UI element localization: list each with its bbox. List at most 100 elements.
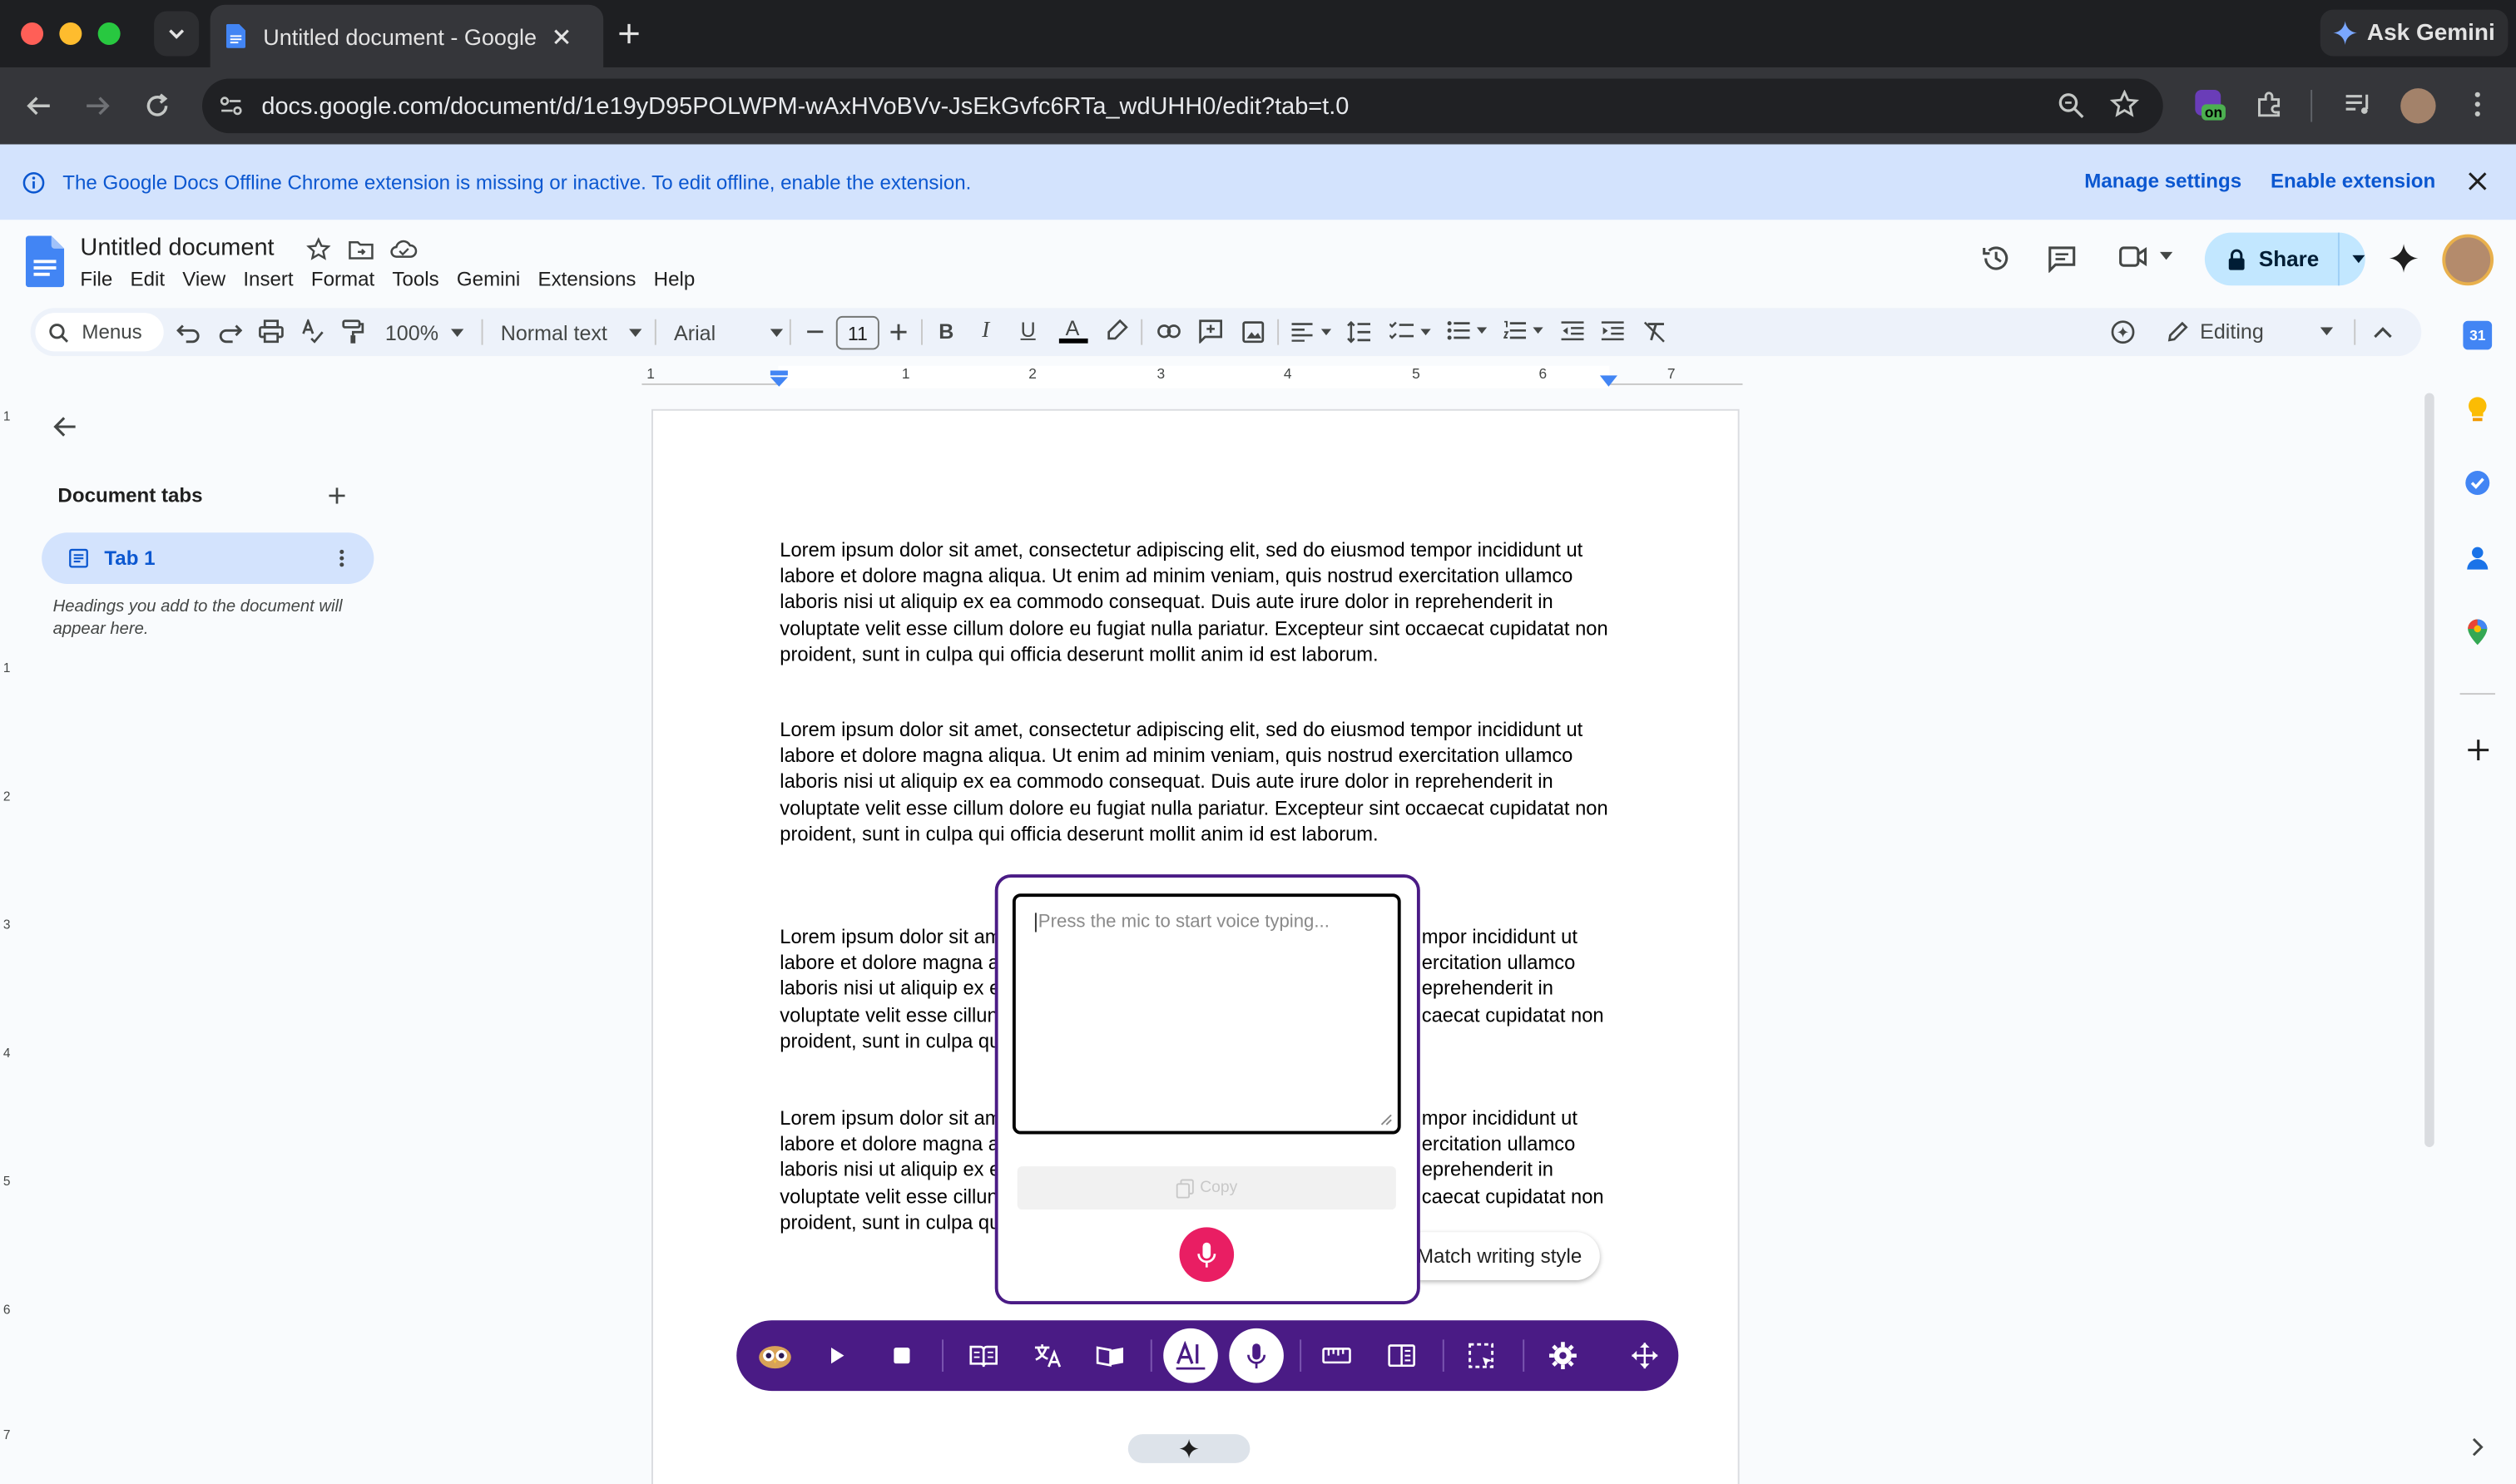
font-family-select[interactable]: Arial [674, 321, 784, 345]
zoom-magnifier-icon[interactable] [2057, 92, 2084, 119]
calendar-icon[interactable]: 31 [2463, 320, 2493, 350]
new-tab-icon[interactable] [617, 21, 642, 47]
tab-more-options-icon[interactable] [339, 549, 345, 568]
play-button[interactable] [809, 1320, 866, 1391]
redo-icon[interactable] [218, 321, 243, 344]
gemini-assist-pill[interactable] [1127, 1434, 1251, 1463]
paragraph-style-select[interactable]: Normal text [501, 321, 643, 345]
extension-on-badge[interactable]: on [2192, 87, 2230, 128]
undo-icon[interactable] [176, 321, 201, 344]
version-history-icon[interactable] [1982, 244, 2011, 273]
simplify-button[interactable] [1372, 1320, 1429, 1391]
forward-arrow-icon[interactable] [83, 92, 112, 121]
increase-font-size-icon[interactable] [890, 324, 907, 340]
menu-insert[interactable]: Insert [243, 268, 303, 290]
maps-pin-icon[interactable] [2463, 618, 2492, 647]
star-document-icon[interactable] [306, 237, 331, 261]
close-infobar-icon[interactable] [2466, 170, 2489, 192]
increase-indent-icon[interactable] [1601, 321, 1624, 342]
keep-bulb-icon[interactable] [2463, 394, 2492, 423]
insert-link-icon[interactable] [1157, 324, 1181, 339]
spellcheck-icon[interactable] [300, 319, 324, 344]
extensions-puzzle-icon[interactable] [2255, 90, 2284, 119]
bulleted-list-select[interactable] [1447, 321, 1488, 340]
highlight-color-icon[interactable] [1106, 319, 1128, 342]
ai-text-button[interactable] [1163, 1328, 1218, 1383]
underline-icon[interactable]: U [1021, 318, 1036, 342]
tab-search-button[interactable] [154, 11, 200, 57]
insert-comment-icon[interactable] [1199, 319, 1223, 344]
menu-gemini[interactable]: Gemini [457, 268, 530, 290]
picture-dictionary-button[interactable] [1082, 1320, 1139, 1391]
menus-search[interactable]: Menus [35, 313, 164, 352]
share-dropdown-icon[interactable] [2352, 254, 2365, 265]
chevron-up-icon[interactable] [2373, 326, 2392, 339]
line-spacing-icon[interactable] [1346, 320, 1371, 344]
more-options-icon[interactable] [2468, 90, 2487, 119]
zoom-select[interactable]: 100% [385, 321, 464, 345]
paint-format-icon[interactable] [342, 319, 364, 345]
editing-mode-select[interactable]: Editing [2167, 319, 2334, 344]
contacts-person-icon[interactable] [2463, 544, 2492, 573]
ask-gemini-button[interactable]: Ask Gemini [2320, 9, 2509, 57]
minimize-window-button[interactable] [59, 22, 82, 46]
menu-edit[interactable]: Edit [131, 268, 175, 290]
profile-avatar[interactable] [2400, 88, 2436, 124]
insert-image-icon[interactable] [1242, 321, 1265, 344]
move-folder-icon[interactable] [349, 239, 374, 260]
gemini-compose-icon[interactable] [2110, 319, 2136, 345]
voice-note-button[interactable] [1229, 1328, 1284, 1383]
menu-file[interactable]: File [80, 268, 121, 290]
document-tab-item[interactable]: Tab 1 [42, 532, 374, 585]
back-arrow-icon[interactable] [24, 92, 53, 121]
meet-button[interactable] [2118, 244, 2173, 270]
checklist-select[interactable] [1389, 321, 1431, 342]
right-indent-marker-icon[interactable] [1599, 375, 1618, 388]
dictionary-button[interactable] [955, 1320, 1013, 1391]
gemini-sparkle-icon[interactable] [2389, 244, 2419, 273]
manage-settings-link[interactable]: Manage settings [2084, 170, 2241, 192]
enable-extension-link[interactable]: Enable extension [2271, 170, 2435, 192]
tasks-check-icon[interactable] [2463, 468, 2492, 497]
decrease-font-size-icon[interactable] [807, 330, 824, 334]
comments-icon[interactable] [2048, 245, 2077, 273]
close-tab-icon[interactable] [552, 27, 571, 46]
site-settings-icon[interactable] [218, 93, 244, 119]
share-button[interactable]: Share [2204, 232, 2365, 286]
screen-ruler-button[interactable] [1308, 1320, 1365, 1391]
stop-button[interactable] [873, 1320, 930, 1391]
font-size-input[interactable]: 11 [835, 315, 879, 350]
move-toolbar-button[interactable] [1616, 1320, 1673, 1391]
account-avatar[interactable] [2442, 234, 2494, 286]
resize-handle-icon[interactable] [1380, 1113, 1393, 1125]
translate-button[interactable] [1019, 1320, 1077, 1391]
copy-button[interactable]: Copy [1017, 1166, 1396, 1210]
cloud-status-icon[interactable] [390, 239, 418, 260]
media-controls-icon[interactable] [2345, 92, 2374, 117]
voice-typing-textarea[interactable]: Press the mic to start voice typing... [1012, 893, 1401, 1135]
match-writing-style-button[interactable]: Match writing style [1399, 1232, 1600, 1281]
back-arrow-icon[interactable] [53, 416, 77, 438]
vertical-scrollbar[interactable] [2424, 393, 2434, 1147]
bold-icon[interactable]: B [939, 319, 953, 344]
bookmark-star-icon[interactable] [2110, 90, 2139, 119]
settings-button[interactable] [1534, 1320, 1592, 1391]
document-title[interactable]: Untitled document [80, 235, 274, 262]
numbered-list-select[interactable] [1503, 320, 1543, 340]
maximize-window-button[interactable] [97, 22, 121, 46]
browser-tab[interactable]: Untitled document - Google D [210, 4, 604, 68]
print-icon[interactable] [259, 319, 285, 344]
start-voice-typing-button[interactable] [1179, 1227, 1235, 1282]
owl-logo-button[interactable] [746, 1320, 804, 1391]
add-tab-icon[interactable] [329, 487, 345, 504]
menu-view[interactable]: View [182, 268, 235, 290]
expand-panel-chevron-icon[interactable] [2471, 1437, 2484, 1457]
menu-extensions[interactable]: Extensions [538, 268, 646, 290]
reload-icon[interactable] [143, 92, 172, 121]
screenshot-reader-button[interactable] [1452, 1320, 1509, 1391]
left-indent-marker-icon[interactable] [770, 370, 788, 388]
close-window-button[interactable] [21, 22, 44, 46]
add-addon-icon[interactable] [2468, 740, 2489, 761]
address-bar[interactable]: docs.google.com/document/d/1e19yD95POLWP… [202, 78, 2163, 134]
clear-formatting-icon[interactable] [1643, 321, 1666, 344]
